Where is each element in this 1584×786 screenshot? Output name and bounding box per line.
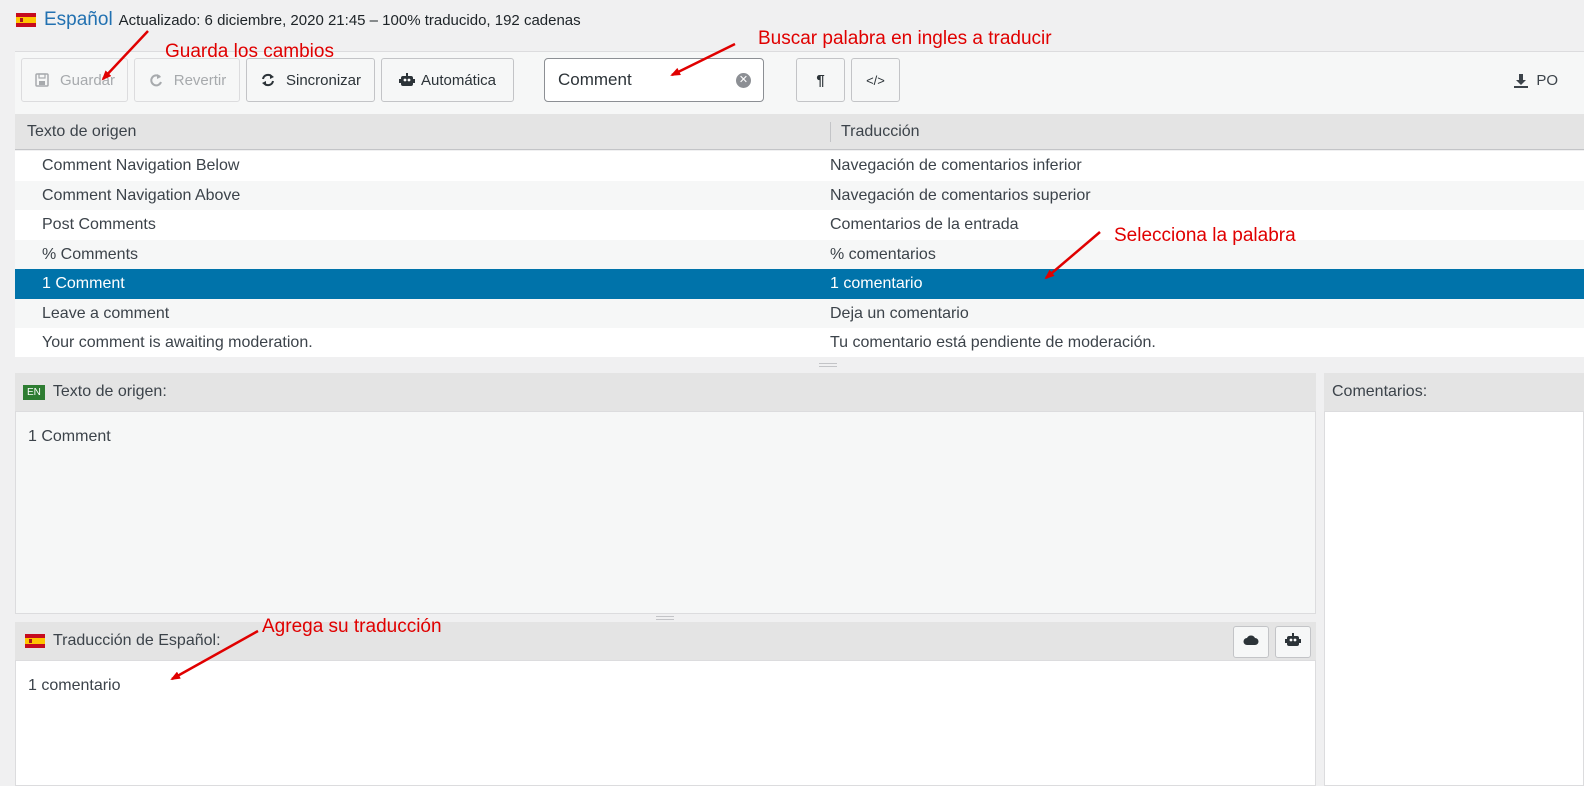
- undo-icon: [148, 72, 164, 88]
- row-source: Comment Navigation Above: [42, 186, 241, 204]
- editor-splitter[interactable]: [15, 614, 1316, 622]
- revert-button[interactable]: Revertir: [134, 58, 240, 102]
- table-row[interactable]: Comment Navigation Above Navegación de co…: [15, 180, 1584, 210]
- row-source: 1 Comment: [42, 275, 125, 292]
- floppy-icon: [34, 72, 50, 88]
- splitter-grip-icon: [656, 616, 674, 620]
- download-icon: [1514, 73, 1529, 88]
- row-source: Post Comments: [42, 216, 156, 233]
- en-flag-icon: EN: [23, 384, 45, 400]
- refresh-icon: [260, 72, 276, 88]
- table-splitter[interactable]: [15, 357, 1584, 373]
- row-source: Your comment is awaiting moderation.: [42, 334, 313, 351]
- po-label: PO: [1536, 72, 1558, 89]
- splitter-grip-icon: [819, 363, 837, 367]
- code-icon: </>: [866, 72, 885, 88]
- source-text-box: 1 Comment: [15, 411, 1316, 614]
- revert-label: Revertir: [173, 71, 227, 89]
- table-row-selected[interactable]: 1 Comment 1 comentario: [15, 269, 1584, 299]
- table-row[interactable]: Leave a comment Deja un comentario: [15, 298, 1584, 328]
- clear-search-icon[interactable]: ✕: [736, 73, 751, 88]
- row-translation: Comentarios de la entrada: [830, 216, 1019, 233]
- robot-icon: [1285, 632, 1301, 652]
- source-panel-title: Texto de origen:: [52, 383, 167, 400]
- source-panel-header: EN Texto de origen:: [15, 373, 1316, 411]
- row-translation: Tu comentario está pendiente de moderaci…: [830, 334, 1156, 351]
- annotation-translate: Agrega su traducción: [262, 616, 442, 637]
- row-source: % Comments: [42, 245, 139, 263]
- spain-flag-icon: [16, 13, 36, 27]
- cloud-icon: [1243, 633, 1259, 651]
- search-field[interactable]: ✕: [544, 58, 764, 102]
- sync-button[interactable]: Sincronizar: [246, 58, 375, 102]
- row-translation: Navegación de comentarios superior: [830, 186, 1091, 204]
- status-meta: Actualizado: 6 diciembre, 2020 21:45 – 1…: [118, 11, 581, 29]
- annotation-select: Selecciona la palabra: [1114, 225, 1296, 246]
- invisibles-toggle-button[interactable]: ¶: [796, 58, 845, 102]
- save-button[interactable]: Guardar: [21, 58, 128, 102]
- annotation-search: Buscar palabra en ingles a traducir: [758, 28, 1052, 49]
- strings-table-header: Texto de origen Traducción: [15, 114, 1584, 150]
- row-source: Comment Navigation Below: [42, 157, 240, 174]
- side-splitter[interactable]: [1316, 373, 1324, 786]
- translation-text: 1 comentario: [28, 677, 121, 694]
- table-row[interactable]: Post Comments Comentarios de la entrada: [15, 210, 1584, 240]
- sync-label: Sincronizar: [285, 71, 362, 89]
- table-row[interactable]: % Comments % comentarios: [15, 239, 1584, 269]
- language-name[interactable]: Español: [44, 9, 113, 31]
- table-row[interactable]: Your comment is awaiting moderation. Tu c…: [15, 328, 1584, 358]
- code-view-toggle-button[interactable]: </>: [851, 58, 900, 102]
- row-translation: % comentarios: [830, 245, 936, 263]
- robot-icon: [398, 72, 415, 88]
- column-header-translation[interactable]: Traducción: [841, 123, 920, 141]
- comments-textarea[interactable]: [1324, 411, 1584, 786]
- table-row[interactable]: Comment Navigation Below Navegación de co…: [15, 151, 1584, 181]
- comments-panel-header: Comentarios:: [1324, 373, 1584, 411]
- column-header-source[interactable]: Texto de origen: [27, 123, 136, 141]
- translation-panel-title: Traducción de Español:: [53, 632, 221, 649]
- row-translation: 1 comentario: [830, 275, 923, 292]
- cloud-suggest-button[interactable]: [1233, 626, 1269, 658]
- translation-panel-header: Traducción de Español:: [15, 622, 1316, 660]
- search-input[interactable]: [558, 70, 728, 90]
- save-label: Guardar: [59, 71, 116, 89]
- column-divider[interactable]: [830, 122, 831, 142]
- auto-translate-button[interactable]: Automática: [381, 58, 514, 102]
- row-translation: Navegación de comentarios inferior: [830, 157, 1082, 174]
- spain-flag-icon: [25, 634, 45, 648]
- row-translation: Deja un comentario: [830, 304, 969, 322]
- translation-textarea[interactable]: 1 comentario: [15, 660, 1316, 786]
- source-text: 1 Comment: [28, 428, 111, 445]
- auto-translate-string-button[interactable]: [1275, 626, 1311, 658]
- auto-label: Automática: [420, 71, 497, 89]
- pilcrow-icon: ¶: [816, 71, 825, 89]
- strings-table-body: Comment Navigation Below Navegación de co…: [15, 151, 1584, 358]
- header: Español Actualizado: 6 diciembre, 2020 2…: [16, 8, 581, 32]
- download-po-button[interactable]: PO: [1514, 72, 1558, 89]
- row-source: Leave a comment: [42, 304, 170, 322]
- annotation-save: Guarda los cambios: [165, 41, 334, 62]
- comments-panel-title: Comentarios:: [1332, 383, 1428, 400]
